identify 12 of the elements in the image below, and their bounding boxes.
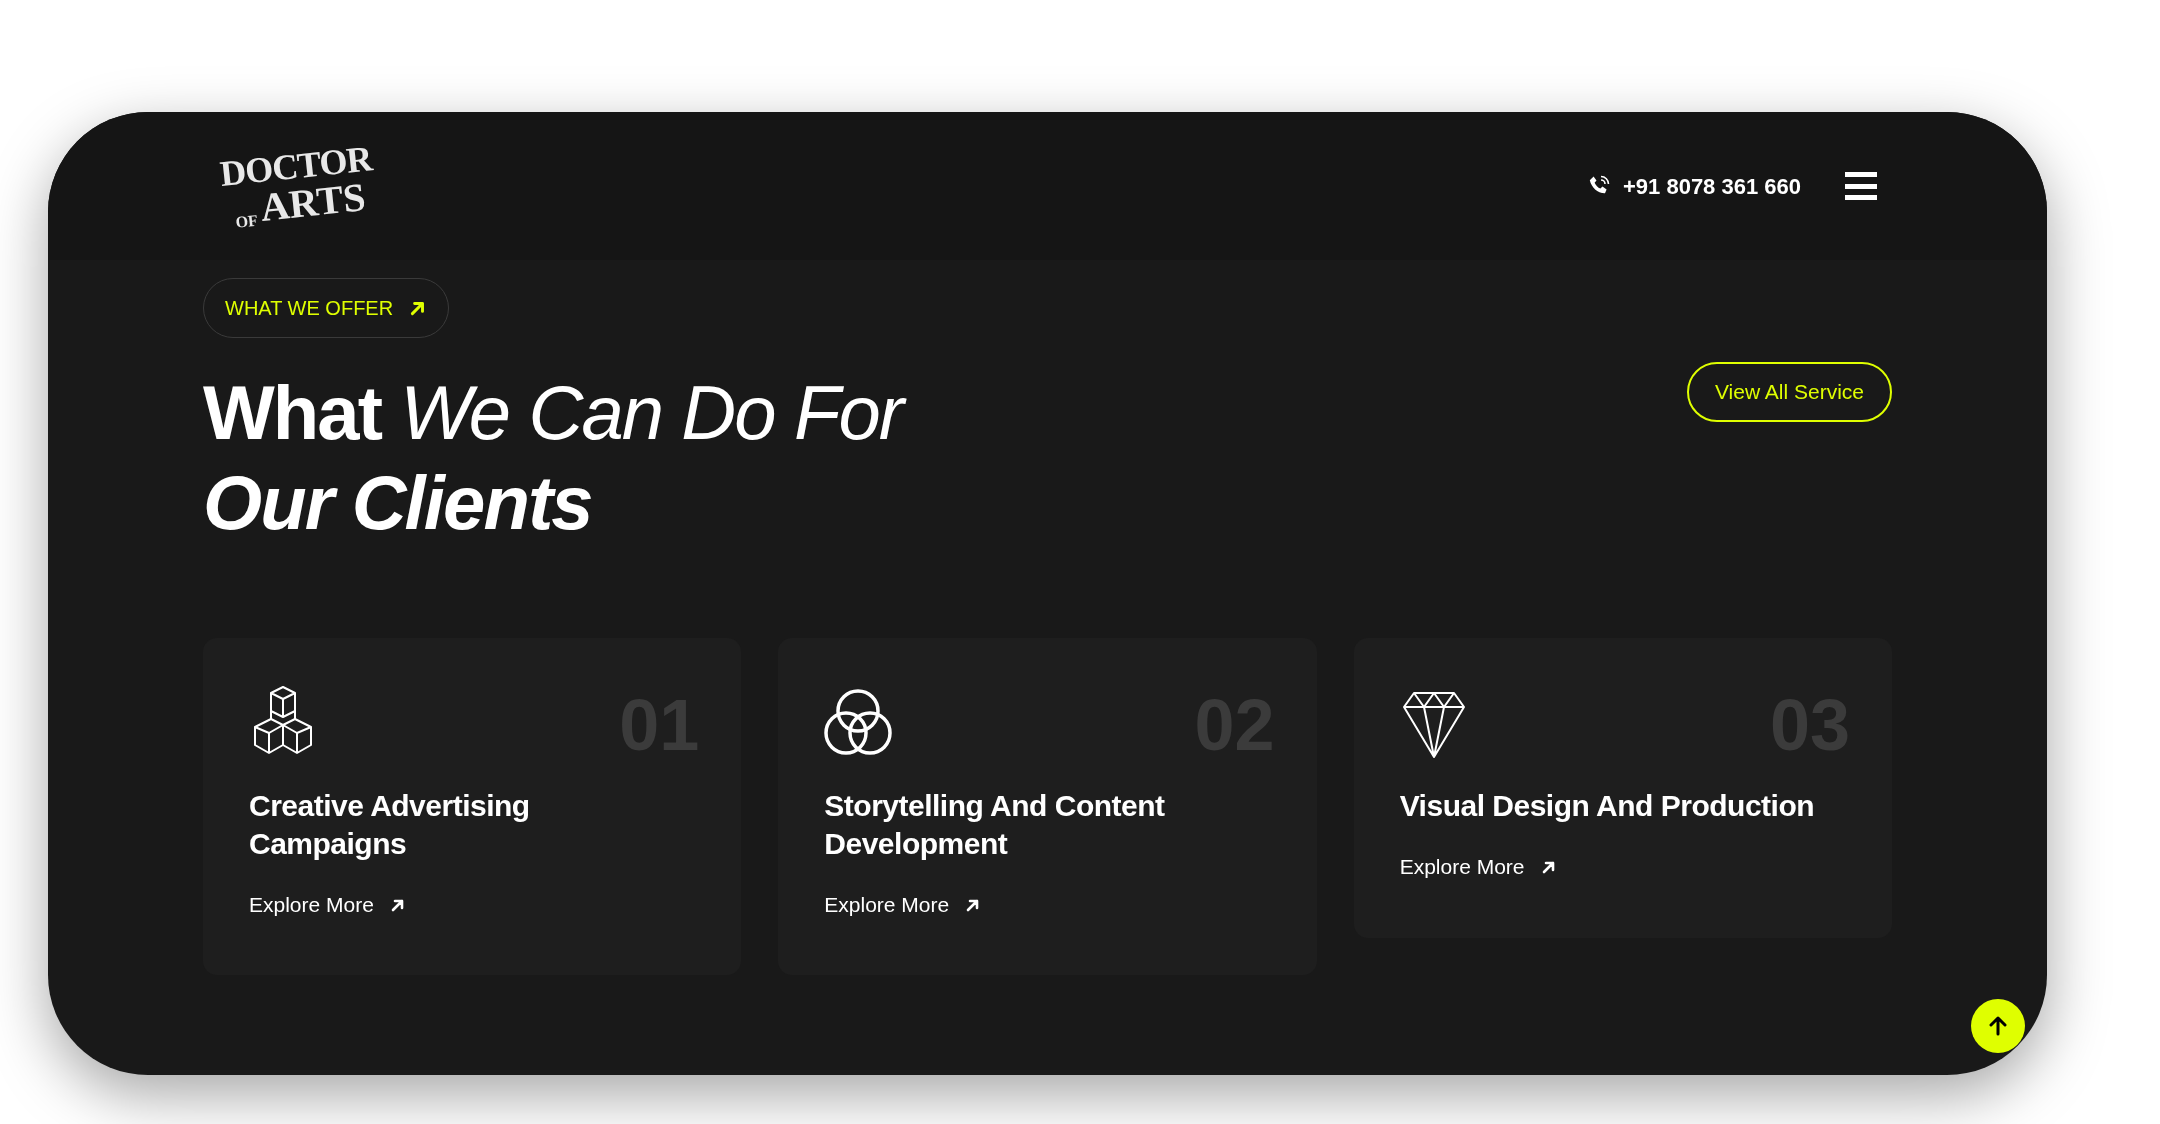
explore-more-link[interactable]: Explore More <box>824 889 982 921</box>
menu-icon[interactable] <box>1845 172 1877 200</box>
card-title: Visual Design And Production <box>1399 788 1816 824</box>
explore-more-link[interactable]: Explore More <box>1399 851 1557 883</box>
phone-number[interactable]: +91 8078 361 660 <box>1623 169 1801 203</box>
card-title: Creative Advertising Campaigns <box>249 788 531 862</box>
view-all-service-button[interactable]: View All Service <box>1687 362 1892 422</box>
scroll-to-top-button[interactable] <box>1971 999 2025 1053</box>
card-title: Storytelling And Content Development <box>824 788 1166 862</box>
logo[interactable]: DOCTOR OF ARTS <box>218 140 378 232</box>
section-tag[interactable]: WHAT WE OFFER <box>203 278 450 338</box>
explore-more-link[interactable]: Explore More <box>249 889 406 921</box>
